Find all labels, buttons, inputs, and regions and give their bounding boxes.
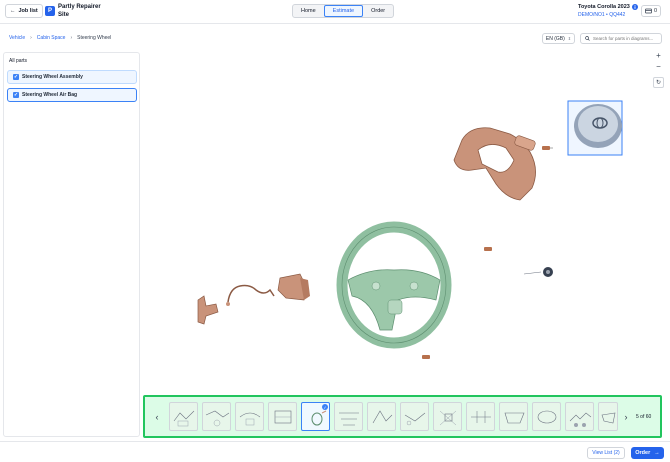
sidebar-title: All parts	[9, 58, 28, 64]
job-list-button[interactable]: ← Job list	[5, 4, 43, 18]
breadcrumb-cabin-space[interactable]: Cabin Space	[37, 35, 66, 41]
app-header: ← Job list P Partly Repairer Site Home E…	[0, 0, 670, 24]
thumbnail-page-indicator: 5 of 60	[636, 414, 652, 420]
order-button[interactable]: Order →	[631, 447, 664, 459]
arrow-right-icon: →	[654, 450, 660, 456]
app-logo: P	[45, 6, 55, 16]
checkbox-icon[interactable]: ✓	[13, 74, 19, 80]
job-list-label: Job list	[18, 8, 38, 14]
chevron-right-icon[interactable]: ›	[621, 404, 631, 430]
paddle-part[interactable]	[197, 295, 219, 325]
order-label: Order	[635, 450, 651, 456]
info-icon[interactable]	[631, 4, 638, 10]
sidebar-item-label: Steering Wheel Assembly	[22, 74, 83, 80]
switch-part[interactable]	[277, 273, 310, 301]
diagram-thumbnail[interactable]	[235, 402, 264, 431]
sidebar-item-label: Steering Wheel Air Bag	[22, 92, 78, 98]
part-search[interactable]	[580, 33, 662, 44]
sidebar-item-steering-wheel-air-bag[interactable]: ✓ Steering Wheel Air Bag	[7, 88, 137, 102]
diagram-thumbnail[interactable]	[400, 402, 429, 431]
selected-check-icon: ✓	[322, 404, 328, 410]
breadcrumb-vehicle[interactable]: Vehicle	[9, 35, 25, 41]
app-name: Partly Repairer Site	[58, 4, 101, 18]
vehicle-code-link[interactable]: DEMO/NO1 • QQ442	[578, 12, 625, 18]
steering-cover-part[interactable]	[453, 127, 536, 201]
diagram-thumbnail[interactable]	[565, 402, 594, 431]
diagram-thumbnail[interactable]	[499, 402, 528, 431]
diagram-thumbnail-selected[interactable]: ✓	[301, 402, 330, 431]
tab-home[interactable]: Home	[293, 5, 324, 17]
cart-count: 0	[653, 8, 658, 14]
search-icon	[585, 36, 590, 41]
chevron-right-icon: ›	[70, 35, 73, 41]
screw-part[interactable]	[542, 146, 553, 150]
sidebar-item-steering-wheel-assembly[interactable]: ✓ Steering Wheel Assembly	[7, 70, 137, 84]
view-list-button[interactable]: View List (2)	[587, 447, 625, 459]
diagram-thumbnail[interactable]	[268, 402, 297, 431]
steering-wheel-part[interactable]	[336, 221, 452, 349]
diagram-thumbnail[interactable]	[367, 402, 396, 431]
chevron-right-icon: ›	[30, 35, 32, 41]
checkbox-icon[interactable]: ✓	[13, 92, 19, 98]
diagram-thumbnail-strip: ‹ ✓ › 5 of 60	[143, 395, 662, 438]
zoom-out-button[interactable]: −	[653, 61, 664, 72]
cart-icon	[645, 8, 652, 14]
diagram-thumbnail[interactable]	[598, 402, 618, 431]
parts-diagram[interactable]	[142, 48, 667, 393]
chevron-updown-icon: ⇕	[567, 36, 572, 41]
diagram-thumbnail[interactable]	[532, 402, 561, 431]
cart-button[interactable]: 0	[641, 5, 661, 17]
breadcrumb: Vehicle › Cabin Space › Steering Wheel	[9, 35, 111, 41]
zoom-in-button[interactable]: +	[653, 50, 664, 61]
tab-order[interactable]: Order	[363, 5, 393, 17]
language-select[interactable]: EN (GB) ⇕	[542, 33, 575, 44]
arrow-left-icon: ←	[10, 8, 16, 14]
diagram-thumbnail[interactable]	[169, 402, 198, 431]
reset-view-button[interactable]: ↻	[653, 77, 664, 88]
diagram-thumbnail[interactable]	[334, 402, 363, 431]
wire-harness-part[interactable]	[226, 284, 275, 307]
tab-estimate[interactable]: Estimate	[323, 5, 364, 17]
diagram-thumbnail[interactable]	[202, 402, 231, 431]
airbag-part[interactable]	[567, 100, 623, 156]
diagram-thumbnail[interactable]	[433, 402, 462, 431]
screw-part[interactable]	[484, 247, 492, 251]
diagram-thumbnail[interactable]	[466, 402, 495, 431]
main-tabs: Home Estimate Order	[292, 4, 395, 18]
footer-bar: View List (2) Order →	[0, 441, 670, 462]
breadcrumb-steering-wheel: Steering Wheel	[77, 35, 112, 41]
chevron-left-icon[interactable]: ‹	[151, 404, 163, 430]
vehicle-name: Toyota Corolla 2023	[578, 4, 638, 10]
nut-part[interactable]	[523, 267, 553, 277]
parts-sidebar: All parts ✓ Steering Wheel Assembly ✓ St…	[3, 52, 140, 437]
search-input[interactable]	[593, 36, 661, 41]
screw-part[interactable]	[422, 355, 430, 359]
